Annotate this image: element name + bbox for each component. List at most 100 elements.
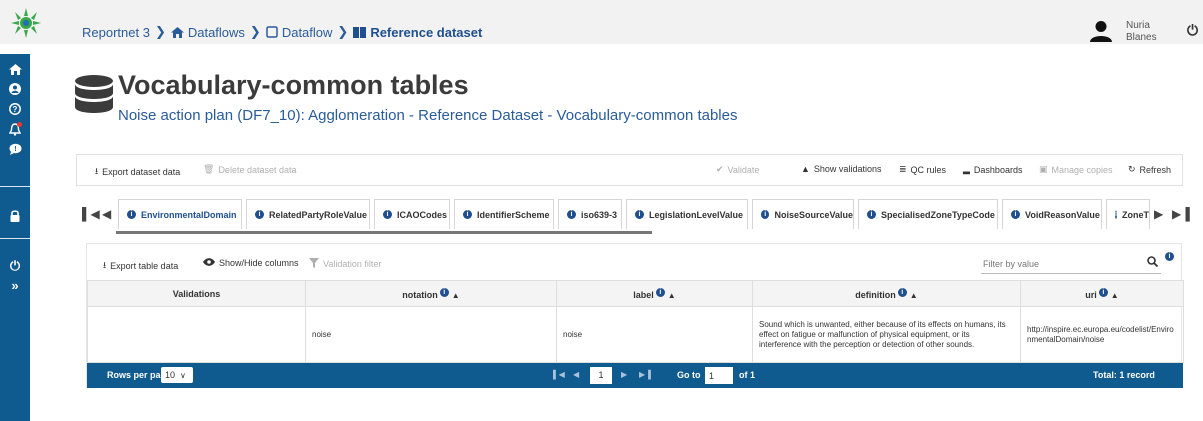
book-icon [353, 26, 367, 38]
sort-icon[interactable]: ▲︎ [910, 291, 918, 300]
eye-icon [203, 258, 215, 268]
top-bar: Reportnet 3 ❯ Dataflows ❯ Dataflow ❯ Ref… [0, 0, 1203, 44]
chevron-right-icon: ❯ [337, 24, 349, 39]
tab-label: VoidReasonValue [1025, 209, 1100, 220]
page-count-label: of 1 [739, 370, 756, 380]
first-tab-icon[interactable]: ▌◀ [82, 207, 100, 221]
qc-rules-button[interactable]: ≣ QC rules [899, 164, 946, 175]
search-icon[interactable] [1147, 256, 1159, 270]
info-icon[interactable]: i [655, 287, 665, 297]
tab-noise-source-value[interactable]: i NoiseSourceValue [752, 199, 854, 229]
info-icon[interactable]: i [1098, 287, 1108, 297]
prev-tab-icon[interactable]: ◀ [102, 207, 111, 221]
qc-rules-label: QC rules [910, 164, 947, 175]
column-header-uri[interactable]: uri i ▲︎ [1020, 280, 1184, 307]
tab-iso639-3[interactable]: i iso639-3 [558, 199, 622, 229]
validation-filter-label: Validation filter [323, 259, 382, 269]
tab-legislation-level-value[interactable]: i LegislationLevelValue [626, 199, 748, 229]
logout-icon[interactable]: ⏻ [1187, 22, 1198, 39]
manage-copies-button[interactable]: ▣ Manage copies [1039, 164, 1113, 175]
rows-per-page-select[interactable]: 10 ∨ [161, 367, 193, 383]
paginator: Rows per page 10 ∨ ▌◀ ◀ 1 ▶ ▶▐ Go to of … [87, 363, 1183, 388]
power-icon[interactable]: ⏻ [0, 257, 30, 275]
home-icon[interactable] [0, 60, 30, 78]
manage-copies-label: Manage copies [1051, 164, 1113, 175]
tab-zone-type[interactable]: i ZoneT [1106, 199, 1150, 229]
tab-label: RelatedPartyRoleValue [269, 209, 368, 220]
user-last-name: Blanes [1126, 32, 1157, 43]
tab-related-party-role-value[interactable]: i RelatedPartyRoleValue [246, 199, 370, 229]
user-icon[interactable] [1089, 20, 1113, 42]
info-icon[interactable]: i [897, 287, 907, 297]
delete-dataset-button[interactable]: 🗑 Delete dataset data [203, 164, 297, 175]
tab-identifier-scheme[interactable]: i IdentifierScheme [454, 199, 554, 229]
show-hide-columns-label: Show/Hide columns [219, 258, 299, 268]
help-icon[interactable]: ? [0, 100, 30, 118]
bell-icon[interactable] [0, 120, 30, 138]
cell-uri[interactable]: http://inspire.ec.europa.eu/codelist/Env… [1020, 306, 1184, 363]
refresh-button[interactable]: ↻ Refresh [1128, 164, 1171, 175]
tab-label: IdentifierScheme [477, 209, 550, 220]
table-row[interactable]: noise noise Sound which is unwanted, eit… [87, 306, 1184, 363]
info-icon[interactable]: i [439, 287, 449, 297]
sort-icon[interactable]: ▲︎ [668, 291, 676, 300]
expand-icon[interactable]: » [0, 276, 30, 294]
dataset-toolbar: ⭳ Export dataset data 🗑 Delete dataset d… [76, 154, 1183, 186]
validate-button[interactable]: ✔ Validate [716, 164, 759, 175]
chevron-right-icon: ❯ [249, 24, 261, 39]
next-page-icon[interactable]: ▶ [621, 370, 627, 379]
column-label: notation [402, 289, 438, 300]
tab-specialised-zone-type-code[interactable]: i SpecialisedZoneTypeCode [858, 199, 998, 229]
last-page-icon[interactable]: ▶▐ [639, 370, 651, 379]
total-records-label: Total: 1 record [1093, 370, 1155, 380]
tab-environmental-domain[interactable]: i EnvironmentalDomain [118, 199, 242, 229]
breadcrumb: Reportnet 3 ❯ Dataflows ❯ Dataflow ❯ Ref… [82, 24, 482, 40]
camera-icon: ▣ [1039, 164, 1048, 174]
show-validations-button[interactable]: ▲ Show validations [801, 164, 881, 174]
column-header-definition[interactable]: definition i ▲︎ [752, 280, 1021, 307]
table-card: ⭳ Export table data Show/Hide columns Va… [86, 243, 1184, 388]
cell-notation[interactable]: noise [305, 306, 557, 363]
cell-validations[interactable] [87, 306, 306, 363]
filter-by-value-input[interactable] [981, 254, 1161, 274]
cell-label[interactable]: noise [556, 306, 753, 363]
sort-icon[interactable]: ▲︎ [1111, 291, 1119, 300]
prev-page-icon[interactable]: ◀ [573, 370, 579, 379]
sliders-icon: ≣ [899, 164, 907, 174]
tab-label: EnvironmentalDomain [141, 209, 237, 220]
column-header-notation[interactable]: notation i ▲︎ [305, 280, 557, 307]
export-table-button[interactable]: ⭳ Export table data [103, 258, 178, 274]
breadcrumb-dataflows[interactable]: Dataflows [188, 25, 245, 40]
info-icon: i [383, 210, 392, 219]
reportnet-logo[interactable] [6, 6, 46, 40]
info-icon: i [761, 210, 770, 219]
last-tab-icon[interactable]: ▶▐ [1172, 207, 1190, 221]
comment-icon[interactable]: ! [0, 140, 30, 158]
dashboards-button[interactable]: ▂ Dashboards [963, 164, 1022, 175]
clone-icon [266, 26, 278, 38]
info-icon[interactable]: i [1165, 252, 1174, 261]
export-dataset-button[interactable]: ⭳ Export dataset data [95, 164, 180, 180]
sort-icon[interactable]: ▲︎ [452, 291, 460, 300]
breadcrumb-dataflow[interactable]: Dataflow [282, 25, 333, 40]
breadcrumb-reportnet[interactable]: Reportnet 3 [82, 25, 150, 40]
show-hide-columns-button[interactable]: Show/Hide columns [203, 258, 299, 268]
tabs-scrollbar[interactable] [116, 231, 652, 234]
chevron-right-icon: ❯ [154, 24, 166, 39]
lock-icon[interactable] [0, 206, 30, 224]
page-title: Vocabulary-common tables [118, 70, 469, 100]
tab-void-reason-value[interactable]: i VoidReasonValue [1002, 199, 1102, 229]
validation-filter-button[interactable]: Validation filter [309, 258, 381, 270]
current-page-button[interactable]: 1 [590, 367, 612, 384]
user-name[interactable]: Nuria Blanes [1126, 20, 1166, 44]
column-header-label[interactable]: label i ▲︎ [556, 280, 753, 307]
tab-icao-codes[interactable]: i ICAOCodes [374, 199, 450, 229]
first-page-icon[interactable]: ▌◀ [553, 370, 565, 379]
next-tab-icon[interactable]: ▶ [1154, 207, 1163, 221]
user-circle-icon[interactable] [0, 80, 30, 98]
table-header-row: Validations notation i ▲︎ label i ▲︎ definit… [87, 280, 1184, 307]
column-label: label [633, 289, 654, 300]
goto-page-input[interactable] [705, 367, 733, 384]
cell-definition[interactable]: Sound which is unwanted, either because … [752, 306, 1021, 363]
info-icon: i [255, 210, 264, 219]
